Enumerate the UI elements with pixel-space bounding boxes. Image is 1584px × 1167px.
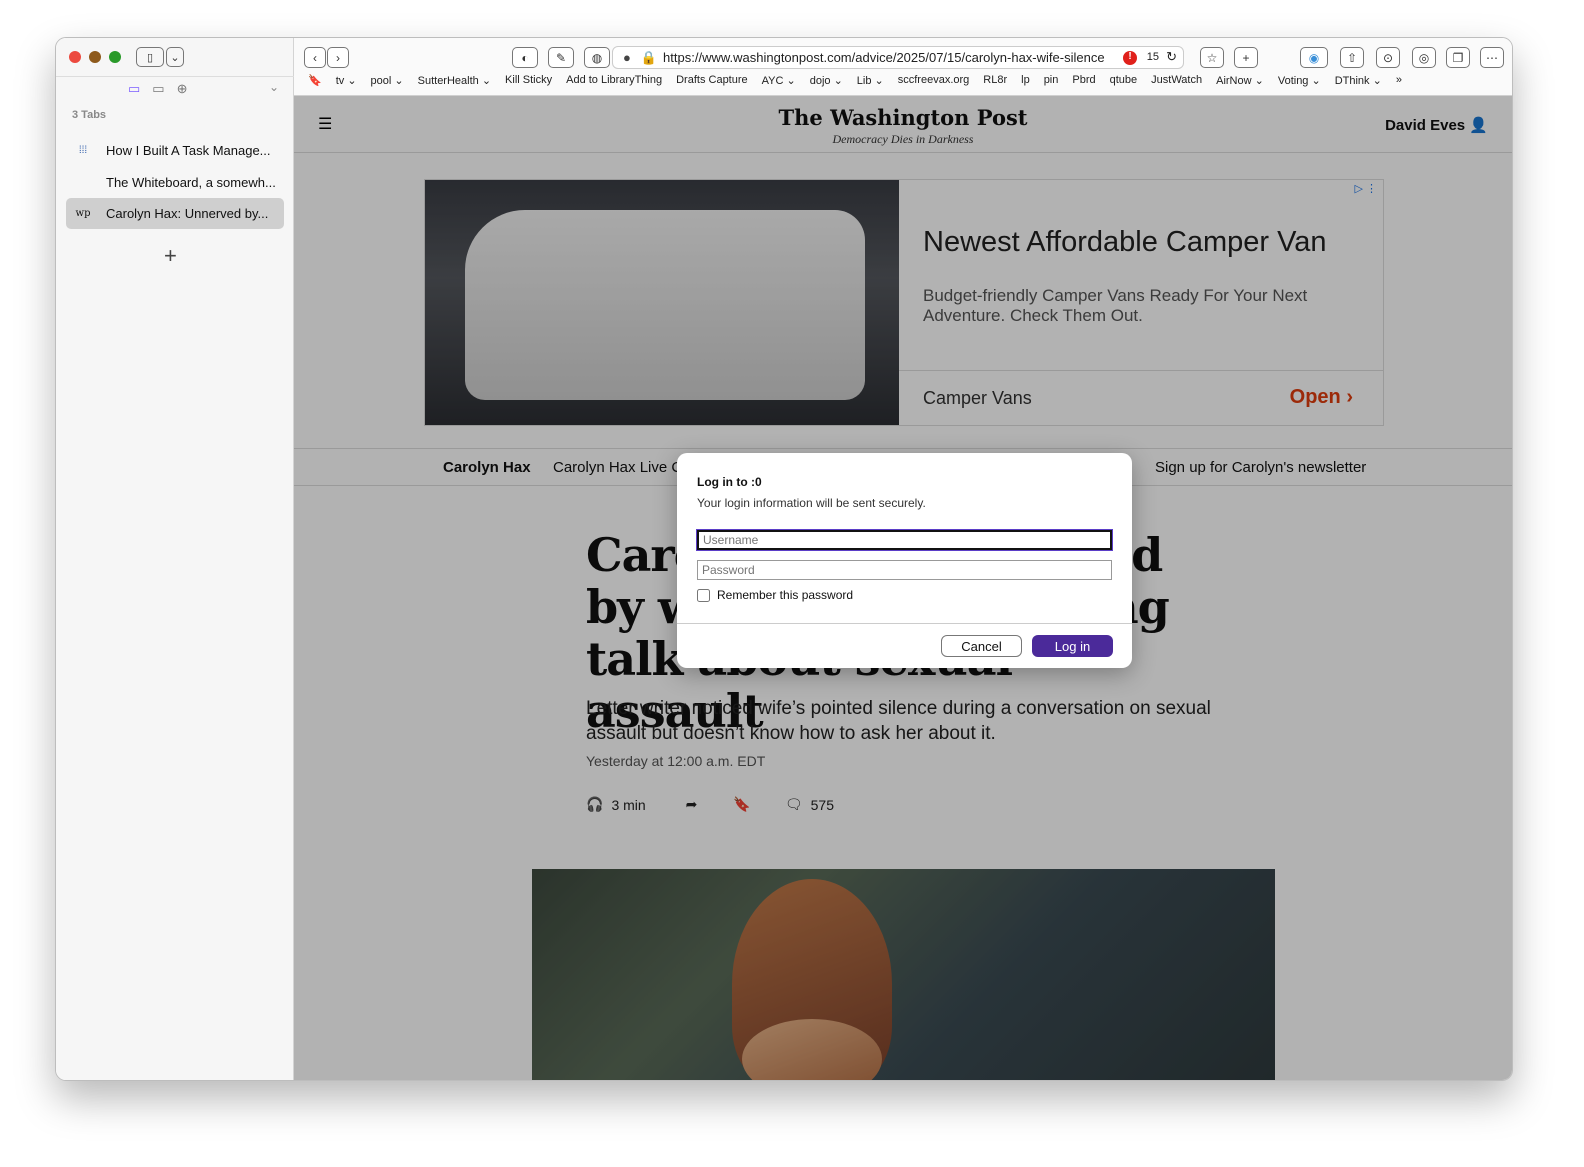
tab-label: The Whiteboard, a somewh...	[106, 175, 276, 190]
bookmark[interactable]: Add to LibraryThing	[566, 74, 662, 87]
bookmark[interactable]: Pbrd	[1072, 74, 1095, 87]
new-tab-button[interactable]: +	[164, 243, 177, 269]
bookmark-star-icon[interactable]: ☆	[1200, 47, 1224, 68]
bookmark[interactable]: AirNow ⌄	[1216, 74, 1264, 87]
reload-icon[interactable]: ↻	[1166, 49, 1177, 65]
bookmark[interactable]: dojo ⌄	[810, 74, 843, 87]
bookmark[interactable]: pin	[1044, 74, 1059, 87]
record-icon: ●	[623, 50, 631, 65]
bookmark[interactable]: JustWatch	[1151, 74, 1202, 87]
new-tab-group-icon[interactable]: ⊕	[177, 81, 188, 97]
bookmark[interactable]: Voting ⌄	[1278, 74, 1321, 87]
bookmark[interactable]: Drafts Capture	[676, 74, 748, 87]
forward-button[interactable]: ›	[327, 47, 349, 68]
sidebar: ▯ ⌄ ▭ ▭ ⊕ ⌄ 3 Tabs ⁞⁞⁞ How I Built A Task…	[56, 38, 294, 1080]
extension-icon[interactable]: ◍	[584, 47, 610, 68]
grid-icon: ⁞⁞⁞	[78, 145, 88, 156]
tab-count: 3 Tabs	[72, 109, 107, 121]
chevron-down-icon[interactable]: ⌄	[166, 47, 184, 67]
login-dialog: Log in to :0 Your login information will…	[677, 453, 1132, 668]
bookmark[interactable]: RL8r	[983, 74, 1007, 87]
tab-item[interactable]: ⁞⁞⁞ How I Built A Task Manage...	[66, 135, 284, 166]
brush-icon[interactable]: ✎	[548, 47, 574, 68]
close-button[interactable]	[69, 51, 81, 63]
bookmark-icon[interactable]: 🔖	[308, 74, 322, 87]
dialog-subtitle: Your login information will be sent secu…	[697, 496, 926, 510]
tab-label: How I Built A Task Manage...	[106, 143, 271, 158]
username-input[interactable]	[697, 530, 1112, 550]
remember-label: Remember this password	[717, 588, 854, 602]
bookmark[interactable]: Lib ⌄	[857, 74, 884, 87]
share-icon[interactable]: ⇧	[1340, 47, 1364, 68]
bookmark[interactable]: DThink ⌄	[1335, 74, 1382, 87]
alert-icon[interactable]: !	[1123, 51, 1137, 65]
extension-blocked-icon[interactable]: ◉	[1300, 47, 1328, 68]
toolbar: ‹ › ◐ ✎ ◍ ● 🔒 https://www.washingtonpost…	[294, 38, 1512, 96]
window-controls	[69, 51, 121, 63]
remember-checkbox[interactable]	[697, 588, 710, 602]
shield-icon[interactable]: ◐	[512, 47, 538, 68]
bookmark[interactable]: lp	[1021, 74, 1030, 87]
download-icon[interactable]: ⊙	[1376, 47, 1400, 68]
tabs-overview-icon[interactable]: ❐	[1446, 47, 1470, 68]
cancel-button[interactable]: Cancel	[941, 635, 1022, 657]
url-text: https://www.washingtonpost.com/advice/20…	[663, 50, 1105, 65]
login-button[interactable]: Log in	[1032, 635, 1113, 657]
tab-item-active[interactable]: wp Carolyn Hax: Unnerved by...	[66, 198, 284, 229]
bookmark[interactable]: Kill Sticky	[505, 74, 552, 87]
remember-password[interactable]: Remember this password	[697, 588, 853, 602]
tabs-icon[interactable]: ▭	[128, 81, 140, 97]
bookmark[interactable]: sccfreevax.org	[898, 74, 970, 87]
more-icon[interactable]: ⋯	[1480, 47, 1504, 68]
web-content: ☰ The Washington Post Democracy Dies in …	[294, 96, 1512, 1080]
window-icon[interactable]: ▭	[152, 81, 164, 97]
bookmark[interactable]: tv ⌄	[336, 74, 357, 87]
back-button[interactable]: ‹	[304, 47, 326, 68]
address-bar[interactable]: ● 🔒 https://www.washingtonpost.com/advic…	[612, 46, 1184, 69]
badge-count: 15	[1146, 51, 1159, 63]
browser-window: ▯ ⌄ ▭ ▭ ⊕ ⌄ 3 Tabs ⁞⁞⁞ How I Built A Task…	[55, 37, 1513, 1081]
bookmark[interactable]: pool ⌄	[371, 74, 404, 87]
plus-icon[interactable]: +	[1234, 47, 1258, 68]
more-bookmarks-icon[interactable]: »	[1396, 74, 1402, 87]
bookmark[interactable]: qtube	[1110, 74, 1138, 87]
tab-item[interactable]: The Whiteboard, a somewh...	[66, 167, 284, 198]
wp-favicon-icon: wp	[75, 208, 91, 219]
bookmark[interactable]: SutterHealth ⌄	[418, 74, 491, 87]
bookmark[interactable]: AYC ⌄	[762, 74, 796, 87]
minimize-button[interactable]	[89, 51, 101, 63]
lock-icon: 🔒	[640, 49, 658, 65]
sidebar-toggle-icon[interactable]: ▯	[136, 47, 164, 67]
target-icon[interactable]: ◎	[1412, 47, 1436, 68]
dialog-title: Log in to :0	[697, 475, 762, 489]
chevron-down-icon[interactable]: ⌄	[269, 80, 279, 94]
bookmarks-bar: 🔖 tv ⌄ pool ⌄ SutterHealth ⌄ Kill Sticky…	[308, 74, 1416, 87]
zoom-button[interactable]	[109, 51, 121, 63]
tab-label: Carolyn Hax: Unnerved by...	[106, 206, 269, 221]
password-input[interactable]	[697, 560, 1112, 580]
